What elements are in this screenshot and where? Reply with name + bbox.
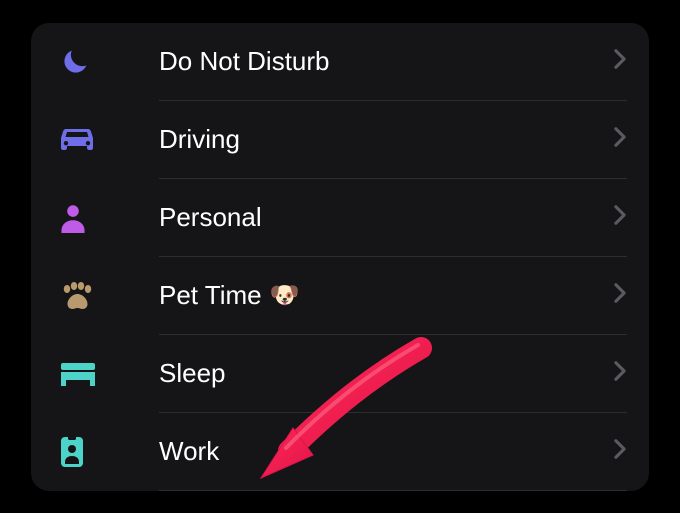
chevron-right-icon bbox=[613, 438, 627, 465]
focus-list-panel: Do Not Disturb Driving Personal bbox=[31, 23, 649, 491]
chevron-right-icon bbox=[613, 126, 627, 153]
bed-icon bbox=[59, 361, 111, 387]
chevron-right-icon bbox=[613, 360, 627, 387]
chevron-right-icon bbox=[613, 204, 627, 231]
focus-row-personal[interactable]: Personal bbox=[31, 179, 649, 257]
moon-icon bbox=[59, 46, 111, 78]
focus-row-sleep[interactable]: Sleep bbox=[31, 335, 649, 413]
badge-icon bbox=[59, 435, 111, 469]
focus-row-label: Sleep bbox=[111, 358, 613, 389]
focus-row-label: Pet Time 🐶 bbox=[111, 280, 613, 311]
car-icon bbox=[59, 125, 111, 155]
person-icon bbox=[59, 203, 111, 233]
chevron-right-icon bbox=[613, 48, 627, 75]
focus-row-label: Work bbox=[111, 436, 613, 467]
chevron-right-icon bbox=[613, 282, 627, 309]
dog-emoji: 🐶 bbox=[270, 281, 300, 310]
focus-row-label: Do Not Disturb bbox=[111, 46, 613, 77]
focus-row-pet-time[interactable]: Pet Time 🐶 bbox=[31, 257, 649, 335]
focus-row-label: Driving bbox=[111, 124, 613, 155]
focus-row-driving[interactable]: Driving bbox=[31, 101, 649, 179]
focus-row-do-not-disturb[interactable]: Do Not Disturb bbox=[31, 23, 649, 101]
focus-row-work[interactable]: Work bbox=[31, 413, 649, 491]
paw-icon bbox=[59, 281, 111, 311]
focus-row-label: Personal bbox=[111, 202, 613, 233]
